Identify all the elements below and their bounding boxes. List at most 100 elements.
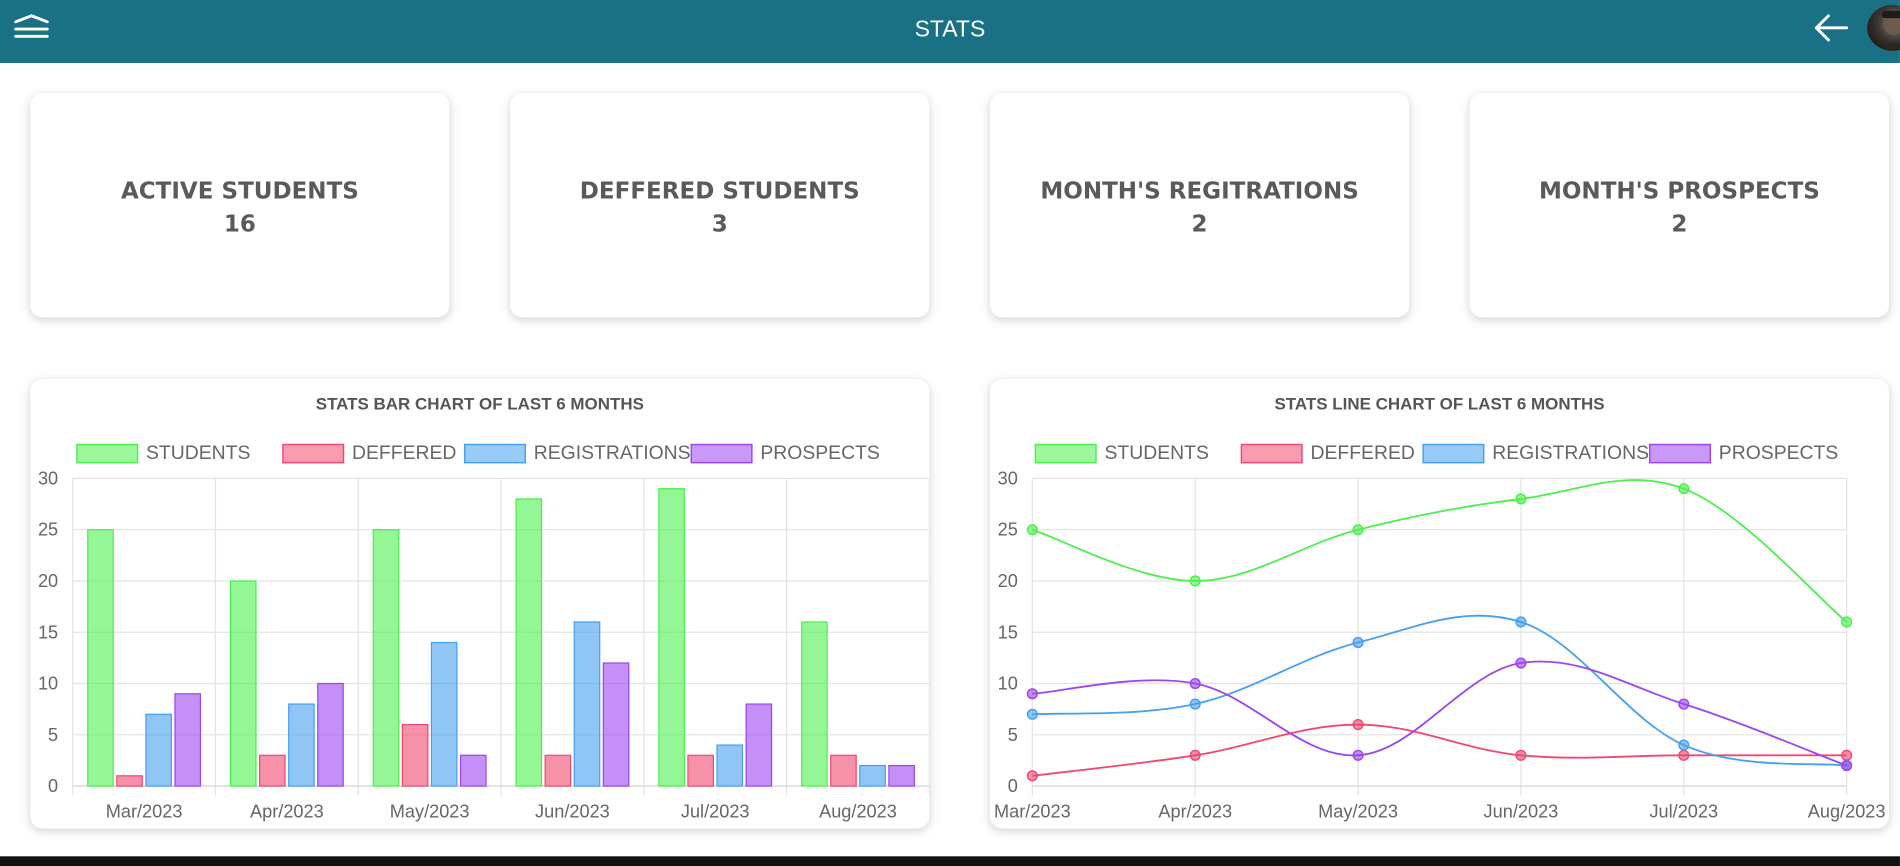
bar-chart: STATS BAR CHART OF LAST 6 MONTHS STUDENTS… bbox=[38, 394, 930, 822]
bar-prospects-may-2023 bbox=[459, 754, 487, 787]
chart-legend: STUDENTS DEFFERED REGISTRATIONS PROSPECTS bbox=[1034, 442, 1839, 464]
line-chart: STATS LINE CHART OF LAST 6 MONTHS STUDENT… bbox=[994, 394, 1886, 822]
point-deffered-apr-2023 bbox=[1189, 749, 1201, 761]
point-students-apr-2023 bbox=[1189, 575, 1201, 587]
y-tick-label: 15 bbox=[38, 622, 58, 642]
y-tick-label: 5 bbox=[48, 725, 58, 745]
bar-registrations-mar-2023 bbox=[145, 713, 172, 787]
line-series-registrations bbox=[1032, 614, 1847, 767]
x-tick-label: Jun/2023 bbox=[535, 802, 610, 822]
legend-label: PROSPECTS bbox=[760, 442, 880, 464]
legend-swatch bbox=[282, 443, 345, 464]
y-tick-label: 10 bbox=[998, 674, 1018, 694]
legend-label: DEFFERED bbox=[352, 442, 456, 464]
stat-value: 16 bbox=[223, 210, 256, 238]
legend-item: PROSPECTS bbox=[1649, 442, 1839, 464]
legend-swatch bbox=[1422, 443, 1485, 464]
point-prospects-apr-2023 bbox=[1189, 677, 1201, 690]
avatar[interactable] bbox=[1867, 4, 1900, 51]
stat-label: MONTH'S PROSPECTS bbox=[1538, 178, 1820, 205]
y-tick-label: 15 bbox=[998, 622, 1018, 642]
back-button[interactable] bbox=[1810, 12, 1851, 46]
point-deffered-jun-2023 bbox=[1515, 749, 1527, 761]
bar-prospects-apr-2023 bbox=[317, 682, 344, 787]
x-tick-label: Mar/2023 bbox=[106, 802, 183, 822]
bar-registrations-apr-2023 bbox=[288, 703, 315, 787]
legend-item: DEFFERED bbox=[1240, 442, 1415, 464]
bar-registrations-jun-2023 bbox=[573, 621, 601, 787]
y-tick-label: 0 bbox=[48, 776, 58, 796]
bar-registrations-may-2023 bbox=[430, 641, 458, 787]
legend-swatch bbox=[76, 443, 139, 464]
stat-card-month-prospects: MONTH'S PROSPECTS 2 bbox=[1469, 93, 1890, 318]
user-photo-icon bbox=[1879, 10, 1900, 51]
bar-students-may-2023 bbox=[372, 529, 400, 787]
legend-item: DEFFERED bbox=[282, 442, 456, 464]
point-registrations-jul-2023 bbox=[1678, 739, 1690, 751]
bar-deffered-jun-2023 bbox=[544, 754, 572, 787]
y-tick-label: 25 bbox=[998, 520, 1018, 540]
y-tick-label: 30 bbox=[998, 468, 1018, 488]
point-registrations-mar-2023 bbox=[1026, 708, 1038, 720]
bar-registrations-aug-2023 bbox=[859, 764, 886, 787]
point-registrations-may-2023 bbox=[1352, 636, 1364, 649]
line-series-deffered bbox=[1032, 723, 1847, 777]
x-tick-label: Aug/2023 bbox=[819, 802, 897, 822]
stat-label: DEFFERED STUDENTS bbox=[579, 178, 860, 205]
stat-value: 3 bbox=[711, 210, 728, 238]
bar-deffered-aug-2023 bbox=[830, 754, 857, 787]
y-tick-label: 0 bbox=[1008, 776, 1018, 796]
legend-swatch bbox=[463, 443, 526, 464]
point-prospects-may-2023 bbox=[1352, 749, 1364, 761]
point-students-jun-2023 bbox=[1515, 493, 1527, 505]
point-students-mar-2023 bbox=[1026, 524, 1038, 536]
bar-students-jun-2023 bbox=[515, 498, 543, 787]
stat-label: ACTIVE STUDENTS bbox=[120, 178, 359, 205]
bar-deffered-may-2023 bbox=[401, 723, 429, 787]
point-students-aug-2023 bbox=[1841, 616, 1853, 628]
legend-item: REGISTRATIONS bbox=[1422, 442, 1649, 464]
point-students-jul-2023 bbox=[1678, 483, 1690, 495]
legend-swatch bbox=[1240, 443, 1303, 464]
point-prospects-mar-2023 bbox=[1026, 688, 1038, 700]
bar-prospects-aug-2023 bbox=[888, 764, 915, 787]
x-tick-label: May/2023 bbox=[1318, 802, 1398, 822]
legend-label: PROSPECTS bbox=[1719, 442, 1839, 464]
chart-title: STATS BAR CHART OF LAST 6 MONTHS bbox=[316, 394, 644, 413]
legend-label: DEFFERED bbox=[1310, 442, 1414, 464]
chart-legend: STUDENTS DEFFERED REGISTRATIONS PROSPECTS bbox=[76, 442, 880, 464]
legend-label: REGISTRATIONS bbox=[1492, 442, 1649, 464]
legend-item: STUDENTS bbox=[76, 442, 251, 464]
point-prospects-jun-2023 bbox=[1515, 657, 1527, 669]
x-tick-label: Mar/2023 bbox=[994, 802, 1071, 822]
top-app-bar: STATS bbox=[0, 0, 1900, 63]
y-tick-label: 5 bbox=[1008, 725, 1018, 745]
legend-swatch bbox=[1034, 443, 1097, 464]
point-prospects-jul-2023 bbox=[1678, 698, 1690, 710]
bar-students-aug-2023 bbox=[801, 621, 828, 787]
point-registrations-apr-2023 bbox=[1189, 698, 1201, 710]
point-prospects-aug-2023 bbox=[1841, 759, 1853, 772]
point-deffered-aug-2023 bbox=[1841, 749, 1853, 761]
x-tick-label: Apr/2023 bbox=[1158, 802, 1232, 822]
legend-label: REGISTRATIONS bbox=[534, 442, 691, 464]
y-tick-label: 25 bbox=[38, 520, 58, 540]
stats-screen: STATS ACTIVE STUDENTS 16 DEFFERED STUDEN… bbox=[0, 0, 1900, 866]
x-tick-label: May/2023 bbox=[390, 802, 470, 822]
point-deffered-jul-2023 bbox=[1678, 749, 1690, 761]
line-series-prospects bbox=[1032, 660, 1847, 767]
bar-students-mar-2023 bbox=[87, 529, 114, 787]
stat-card-month-registrations: MONTH'S REGITRATIONS 2 bbox=[989, 93, 1410, 318]
bar-prospects-jun-2023 bbox=[602, 662, 630, 787]
y-tick-label: 10 bbox=[38, 674, 58, 694]
page-title: STATS bbox=[914, 16, 986, 43]
bar-deffered-jul-2023 bbox=[687, 754, 714, 787]
bar-prospects-mar-2023 bbox=[174, 693, 202, 787]
stat-card-active-students: ACTIVE STUDENTS 16 bbox=[30, 93, 450, 318]
bar-students-jul-2023 bbox=[658, 488, 685, 787]
x-tick-label: Jul/2023 bbox=[681, 802, 750, 822]
legend-swatch bbox=[1649, 443, 1712, 464]
x-tick-label: Jun/2023 bbox=[1484, 802, 1559, 822]
x-tick-label: Jul/2023 bbox=[1649, 802, 1718, 822]
legend-item: PROSPECTS bbox=[690, 442, 880, 464]
